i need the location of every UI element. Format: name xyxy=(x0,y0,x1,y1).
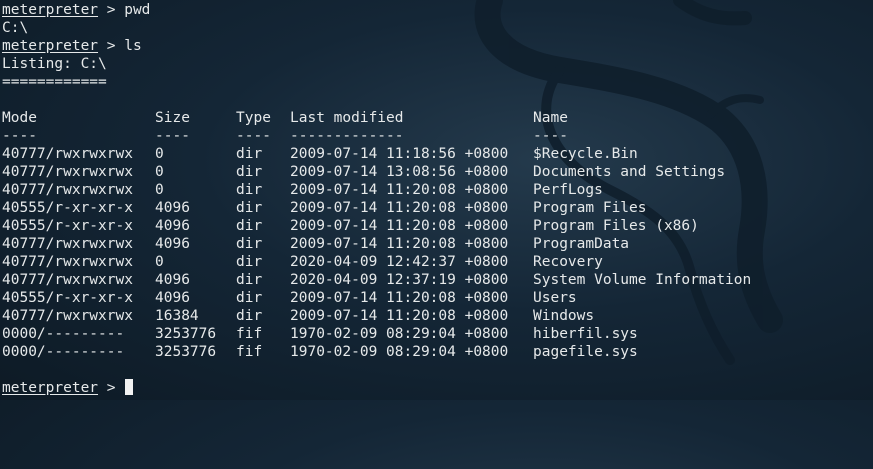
cell-mode: 40777/rwxrwxrwx xyxy=(2,182,133,198)
separator-mode: ---- xyxy=(2,128,37,144)
table-row: 40777/rwxrwxrwx 0 dir 2009-07-14 13:08:5… xyxy=(2,163,873,181)
cell-mode: 40777/rwxrwxrwx xyxy=(2,272,133,288)
cell-mode: 40777/rwxrwxrwx xyxy=(2,164,133,180)
header-type: Type xyxy=(236,110,271,126)
cell-type: dir xyxy=(236,164,263,180)
cell-name: Program Files (x86) xyxy=(533,218,699,234)
table-row: 40777/rwxrwxrwx 4096 dir 2009-07-14 11:2… xyxy=(2,235,873,253)
cell-size: 16384 xyxy=(155,308,199,324)
cell-mode: 40555/r-xr-xr-x xyxy=(2,290,133,306)
cell-name: System Volume Information xyxy=(533,272,752,288)
ls-command: > ls xyxy=(98,38,142,54)
cell-type: dir xyxy=(236,290,263,306)
cell-name: ProgramData xyxy=(533,236,630,252)
separator-type: ---- xyxy=(236,128,271,144)
cell-mode: 0000/--------- xyxy=(2,326,125,342)
table-row: 40555/r-xr-xr-x 4096 dir 2009-07-14 11:2… xyxy=(2,289,873,307)
cell-type: dir xyxy=(236,218,263,234)
cell-type: dir xyxy=(236,146,263,162)
cell-type: dir xyxy=(236,182,263,198)
pwd-command-line: meterpreter > pwd xyxy=(2,1,873,19)
header-mode: Mode xyxy=(2,110,37,126)
cell-size: 0 xyxy=(155,182,164,198)
table-row: 40777/rwxrwxrwx 4096 dir 2020-04-09 12:3… xyxy=(2,271,873,289)
table-row: 40777/rwxrwxrwx 0 dir 2009-07-14 11:18:5… xyxy=(2,145,873,163)
cell-size: 0 xyxy=(155,164,164,180)
cell-last-modified: 2009-07-14 11:20:08 +0800 xyxy=(290,218,509,234)
cell-type: dir xyxy=(236,200,263,216)
cell-type: dir xyxy=(236,272,263,288)
cell-mode: 40555/r-xr-xr-x xyxy=(2,218,133,234)
pwd-output: C:\ xyxy=(2,20,29,36)
cell-last-modified: 2009-07-14 11:20:08 +0800 xyxy=(290,290,509,306)
table-header: Mode Size Type Last modified Name xyxy=(2,109,873,127)
cell-type: fif xyxy=(236,344,263,360)
header-name: Name xyxy=(533,110,568,126)
cell-last-modified: 2009-07-14 11:18:56 +0800 xyxy=(290,146,509,162)
separator-name: ---- xyxy=(533,128,568,144)
cell-name: Users xyxy=(533,290,577,306)
table-row: 40555/r-xr-xr-x 4096 dir 2009-07-14 11:2… xyxy=(2,199,873,217)
table-row: 40777/rwxrwxrwx 16384 dir 2009-07-14 11:… xyxy=(2,307,873,325)
cell-type: dir xyxy=(236,236,263,252)
cell-name: pagefile.sys xyxy=(533,344,638,360)
cell-size: 0 xyxy=(155,146,164,162)
ls-command-line: meterpreter > ls xyxy=(2,37,873,55)
cell-size: 4096 xyxy=(155,272,190,288)
cell-last-modified: 2009-07-14 11:20:08 +0800 xyxy=(290,200,509,216)
cell-mode: 40777/rwxrwxrwx xyxy=(2,254,133,270)
cell-mode: 40555/r-xr-xr-x xyxy=(2,200,133,216)
cell-name: $Recycle.Bin xyxy=(533,146,638,162)
meterpreter-prompt: meterpreter xyxy=(2,38,99,54)
cell-mode: 40777/rwxrwxrwx xyxy=(2,236,133,252)
cell-last-modified: 2020-04-09 12:42:37 +0800 xyxy=(290,254,509,270)
cell-name: Recovery xyxy=(533,254,603,270)
terminal[interactable]: meterpreter > pwd C:\ meterpreter > ls L… xyxy=(2,1,873,397)
cell-size: 4096 xyxy=(155,290,190,306)
pwd-command: > pwd xyxy=(98,2,151,18)
text-cursor[interactable] xyxy=(125,379,134,395)
table-separator: ---- ---- ---- ------------- ---- xyxy=(2,127,873,145)
cell-size: 0 xyxy=(155,254,164,270)
cell-last-modified: 1970-02-09 08:29:04 +0800 xyxy=(290,344,509,360)
cell-size: 3253776 xyxy=(155,326,217,342)
cell-type: dir xyxy=(236,308,263,324)
table-row: 0000/--------- 3253776 fif 1970-02-09 08… xyxy=(2,343,873,361)
cell-size: 4096 xyxy=(155,236,190,252)
cell-mode: 40777/rwxrwxrwx xyxy=(2,308,133,324)
header-last-modified: Last modified xyxy=(290,110,404,126)
cell-last-modified: 2009-07-14 11:20:08 +0800 xyxy=(290,236,509,252)
table-row: 40777/rwxrwxrwx 0 dir 2020-04-09 12:42:3… xyxy=(2,253,873,271)
cell-size: 3253776 xyxy=(155,344,217,360)
cell-mode: 0000/--------- xyxy=(2,344,125,360)
cell-size: 4096 xyxy=(155,200,190,216)
table-row: 40555/r-xr-xr-x 4096 dir 2009-07-14 11:2… xyxy=(2,217,873,235)
active-prompt-line[interactable]: meterpreter > xyxy=(2,379,873,397)
cell-name: Windows xyxy=(533,308,595,324)
cell-size: 4096 xyxy=(155,218,190,234)
header-size: Size xyxy=(155,110,190,126)
cell-name: Program Files xyxy=(533,200,647,216)
cell-name: PerfLogs xyxy=(533,182,603,198)
cell-last-modified: 2020-04-09 12:37:19 +0800 xyxy=(290,272,509,288)
separator-size: ---- xyxy=(155,128,190,144)
cell-name: hiberfil.sys xyxy=(533,326,638,342)
meterpreter-prompt: meterpreter xyxy=(2,2,99,18)
cell-last-modified: 2009-07-14 11:20:08 +0800 xyxy=(290,182,509,198)
cell-last-modified: 2009-07-14 11:20:08 +0800 xyxy=(290,308,509,324)
prompt-suffix: > xyxy=(98,380,125,396)
table-row: 0000/--------- 3253776 fif 1970-02-09 08… xyxy=(2,325,873,343)
listing-title: Listing: C:\ xyxy=(2,56,107,72)
cell-last-modified: 1970-02-09 08:29:04 +0800 xyxy=(290,326,509,342)
cell-mode: 40777/rwxrwxrwx xyxy=(2,146,133,162)
listing-underline: ============ xyxy=(2,74,107,90)
cell-last-modified: 2009-07-14 13:08:56 +0800 xyxy=(290,164,509,180)
table-row: 40777/rwxrwxrwx 0 dir 2009-07-14 11:20:0… xyxy=(2,181,873,199)
separator-last-modified: ------------- xyxy=(290,128,404,144)
cell-name: Documents and Settings xyxy=(533,164,726,180)
cell-type: fif xyxy=(236,326,263,342)
cell-type: dir xyxy=(236,254,263,270)
